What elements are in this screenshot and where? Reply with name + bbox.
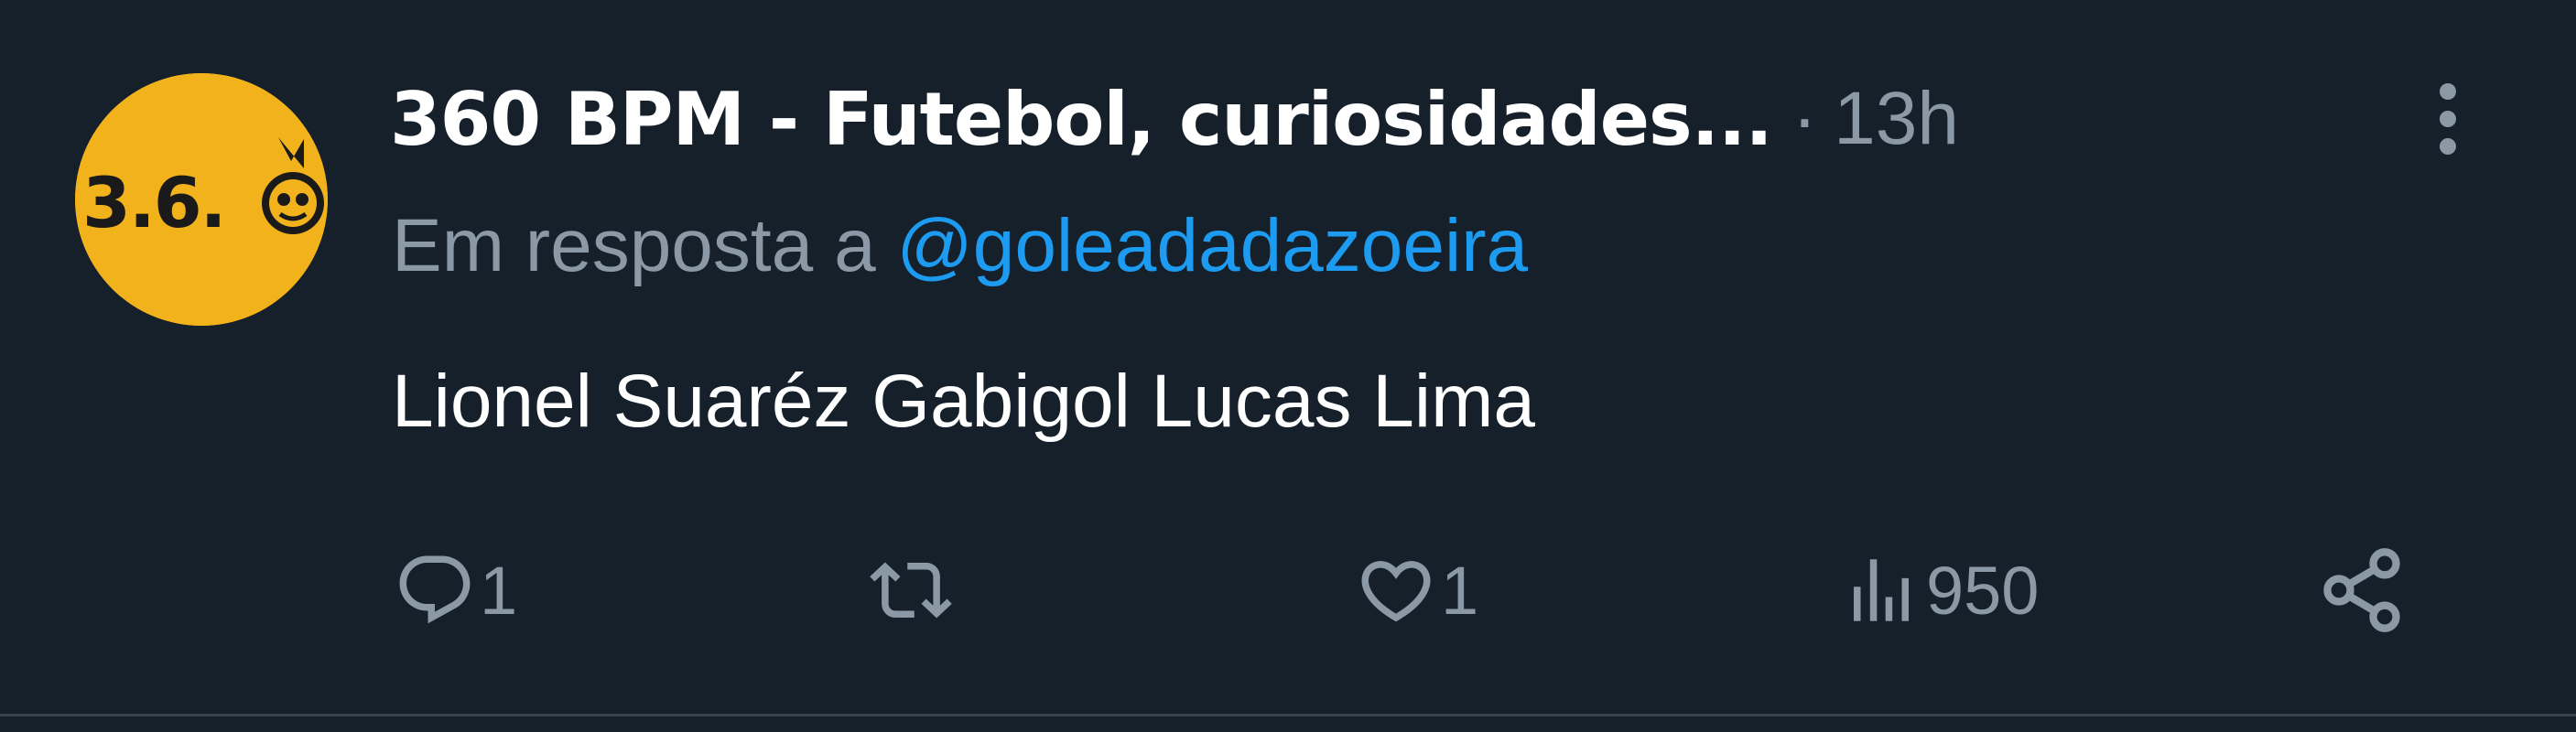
reply-icon (399, 555, 471, 624)
avatar-logo: 3.6. (75, 73, 328, 326)
reply-count: 1 (480, 552, 518, 629)
views-button[interactable]: 950 (1840, 540, 2039, 640)
reply-mention-link[interactable]: @goleadadazoeira (896, 204, 1528, 287)
header-separator: · (1791, 77, 1818, 160)
reply-button[interactable]: 1 (394, 540, 517, 640)
tweet[interactable]: 3.6. 360 BPM - Futebol, curiosidades... … (0, 0, 2576, 732)
heart-icon (1361, 561, 1431, 622)
avatar[interactable]: 3.6. (75, 73, 328, 326)
more-options-button[interactable] (2420, 71, 2475, 163)
share-button[interactable] (2316, 540, 2408, 640)
display-name[interactable]: 360 BPM - Futebol, curiosidades... (390, 77, 1773, 162)
timestamp[interactable]: 13h (1834, 76, 1959, 162)
avatar-logo-text: 3.6. (82, 162, 225, 243)
share-icon (2323, 548, 2400, 632)
more-vertical-icon (2440, 83, 2456, 155)
tweet-text: Lionel Suaréz Gabigol Lucas Lima (392, 360, 1535, 443)
like-count: 1 (1441, 552, 1479, 629)
like-button[interactable]: 1 (1355, 540, 1478, 640)
views-icon (1854, 559, 1909, 621)
divider (0, 714, 2576, 716)
reply-context-prefix: Em resposta a (392, 204, 876, 287)
tweet-header: 360 BPM - Futebol, curiosidades... · 13h (390, 64, 1959, 174)
reply-context: Em resposta a @goleadadazoeira (392, 203, 1528, 289)
retweet-icon (870, 562, 952, 619)
views-count: 950 (1926, 552, 2040, 629)
retweet-button[interactable] (870, 540, 956, 640)
